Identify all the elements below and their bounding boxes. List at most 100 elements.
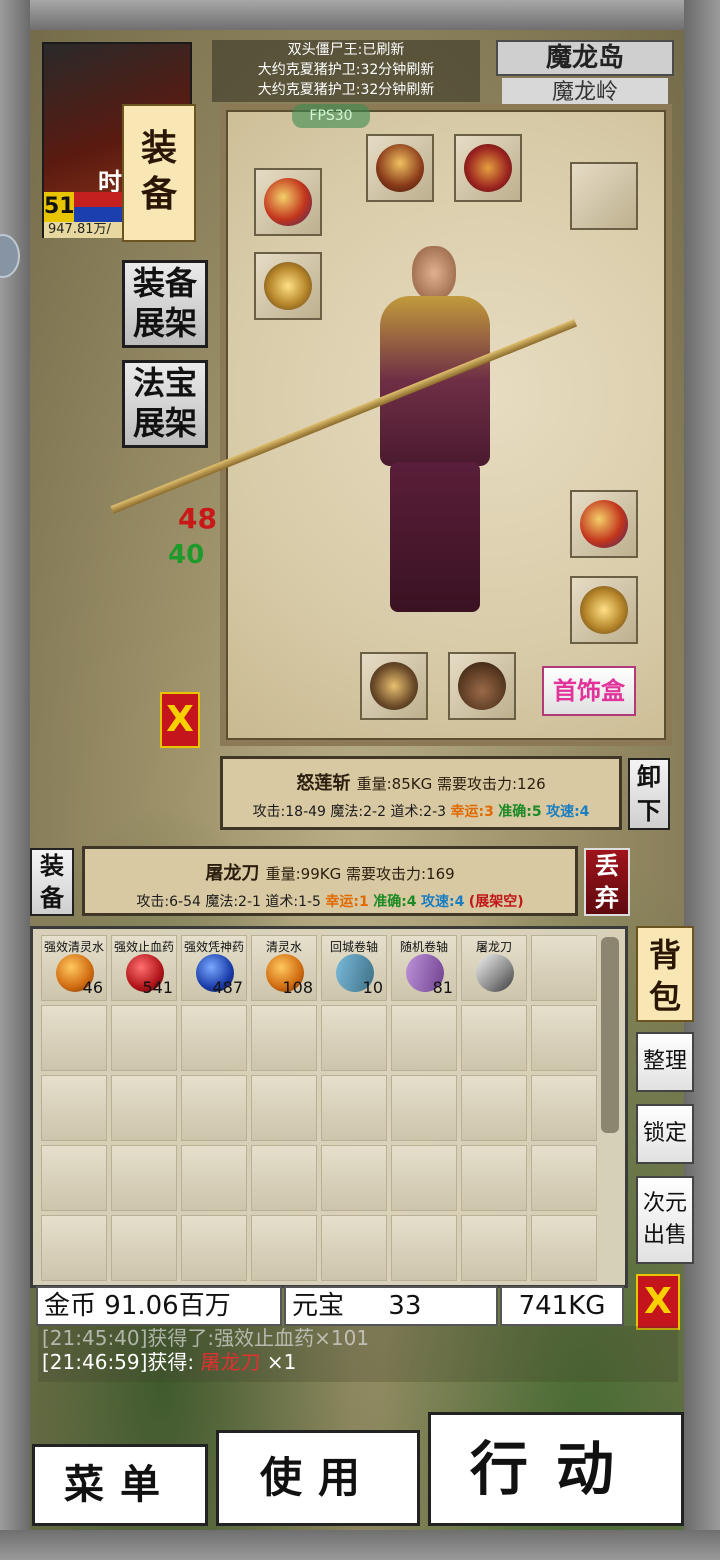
- slot-empty[interactable]: [570, 162, 638, 230]
- slot-boots[interactable]: [448, 652, 516, 720]
- ring-icon: [580, 586, 628, 634]
- fps-counter: FPS30: [292, 104, 370, 128]
- inventory-cell[interactable]: 屠龙刀: [461, 935, 527, 1001]
- inventory-grid: 强效清灵水 46 强效止血药 541 强效凭神药 487 清灵水 108 回城卷轴 10 随机卷轴 8…: [41, 935, 597, 1281]
- inventory-cell[interactable]: [391, 1005, 457, 1071]
- notice-line-1: 双头僵尸王:已刷新: [287, 42, 405, 58]
- inventory-cell[interactable]: [321, 1145, 387, 1211]
- inventory-cell[interactable]: [531, 1005, 597, 1071]
- slot-necklace[interactable]: [454, 134, 522, 202]
- bag-tab[interactable]: 背包: [636, 926, 694, 1022]
- log-line-2-item: 屠龙刀: [200, 1350, 261, 1374]
- treasure-shelf-button[interactable]: 法宝展架: [122, 360, 208, 448]
- unequip-button[interactable]: 卸下: [628, 758, 670, 830]
- inventory-item-name: 强效止血药: [113, 940, 174, 954]
- bag-weight: 741KG: [500, 1286, 624, 1326]
- bag-item-header: 重量:99KG 需要攻击力:169: [265, 865, 455, 883]
- inventory-item-name: 强效凭神药: [183, 940, 244, 954]
- inventory-cell[interactable]: [251, 1005, 317, 1071]
- inventory-cell[interactable]: [391, 1145, 457, 1211]
- character-head: [412, 246, 456, 300]
- inventory-cell[interactable]: [181, 1005, 247, 1071]
- slot-bracelet-left[interactable]: [254, 168, 322, 236]
- inventory-cell[interactable]: [461, 1075, 527, 1141]
- inventory-cell[interactable]: 强效凭神药 487: [181, 935, 247, 1001]
- equipped-item-header: 重量:85KG 需要攻击力:126: [356, 775, 546, 793]
- helmet-icon: [376, 144, 424, 192]
- inventory-cell[interactable]: [251, 1075, 317, 1141]
- inventory-cell[interactable]: [321, 1005, 387, 1071]
- slot-ring-left[interactable]: [254, 252, 322, 320]
- inventory-cell[interactable]: [391, 1075, 457, 1141]
- message-log: [21:45:40]获得了:强效止血药×101 [21:46:59]获得: 屠龙…: [38, 1326, 678, 1382]
- bracelet-icon: [580, 500, 628, 548]
- inventory-cell[interactable]: [181, 1075, 247, 1141]
- inventory-cell[interactable]: 强效清灵水 46: [41, 935, 107, 1001]
- sort-button[interactable]: 整理: [636, 1032, 694, 1092]
- inventory-cell[interactable]: 随机卷轴 81: [391, 935, 457, 1001]
- inventory-item-name: 强效清灵水: [43, 940, 104, 954]
- action-button[interactable]: 行动: [428, 1412, 684, 1526]
- equip-shelf-button[interactable]: 装备展架: [122, 260, 208, 348]
- ingot-label: 元宝: [292, 1291, 345, 1321]
- inventory-cell[interactable]: [321, 1075, 387, 1141]
- inventory-cell[interactable]: [111, 1005, 177, 1071]
- close-battle-button[interactable]: X: [160, 692, 200, 748]
- inventory-cell[interactable]: [111, 1215, 177, 1281]
- bag-item-info: 屠龙刀 重量:99KG 需要攻击力:169 攻击:6-54 魔法:2-1 道术:…: [82, 846, 578, 916]
- log-line-2-prefix: [21:46:59]获得:: [42, 1350, 201, 1374]
- inventory-cell[interactable]: [251, 1215, 317, 1281]
- inventory-cell[interactable]: [41, 1075, 107, 1141]
- inventory-cell[interactable]: 强效止血药 541: [111, 935, 177, 1001]
- menu-button[interactable]: 菜单: [32, 1444, 208, 1526]
- inventory-cell[interactable]: [111, 1145, 177, 1211]
- slot-helmet[interactable]: [366, 134, 434, 202]
- ingot-readout: 元宝 33: [284, 1286, 498, 1326]
- inventory-cell[interactable]: [531, 1145, 597, 1211]
- inventory-cell[interactable]: [321, 1215, 387, 1281]
- inventory-cell[interactable]: [461, 1145, 527, 1211]
- bag-item-luck: 幸运:1: [325, 894, 369, 910]
- inventory-cell[interactable]: 清灵水 108: [251, 935, 317, 1001]
- lock-button[interactable]: 锁定: [636, 1104, 694, 1164]
- inventory-cell[interactable]: [461, 1215, 527, 1281]
- jewelry-box-button[interactable]: 首饰盒: [542, 666, 636, 716]
- inventory-cell[interactable]: [461, 1005, 527, 1071]
- inventory-cell[interactable]: [181, 1145, 247, 1211]
- slot-ring-right[interactable]: [570, 576, 638, 644]
- inventory-item-count: 541: [142, 978, 173, 997]
- map-region: 魔龙岛: [496, 40, 674, 76]
- inventory-item-count: 487: [212, 978, 243, 997]
- bracelet-icon: [264, 178, 312, 226]
- inventory-item-count: 46: [82, 978, 103, 997]
- character-model: [360, 236, 510, 616]
- bag-item-name: 屠龙刀: [205, 863, 260, 884]
- inventory-cell[interactable]: [111, 1075, 177, 1141]
- inventory-cell[interactable]: [531, 1215, 597, 1281]
- equip-button[interactable]: 装备: [30, 848, 74, 916]
- frame-bottom: [0, 1530, 720, 1560]
- inventory-scrollbar[interactable]: [601, 937, 619, 1133]
- damage-number-green: 40: [168, 540, 205, 570]
- inventory-cell[interactable]: [41, 1145, 107, 1211]
- use-button[interactable]: 使用: [216, 1430, 420, 1526]
- slot-belt[interactable]: [360, 652, 428, 720]
- dimension-sell-button[interactable]: 次元出售: [636, 1176, 694, 1264]
- inventory-cell[interactable]: [531, 1075, 597, 1141]
- inventory-cell[interactable]: [251, 1145, 317, 1211]
- inventory-bag: 强效清灵水 46 强效止血药 541 强效凭神药 487 清灵水 108 回城卷轴 10 随机卷轴 8…: [30, 926, 628, 1288]
- tab-equipment[interactable]: 装备: [122, 104, 196, 242]
- inventory-cell[interactable]: [41, 1215, 107, 1281]
- close-bag-button[interactable]: X: [636, 1274, 680, 1330]
- inventory-cell[interactable]: [391, 1215, 457, 1281]
- blade-icon: [476, 954, 514, 992]
- inventory-cell[interactable]: [181, 1215, 247, 1281]
- slot-bracelet-right[interactable]: [570, 490, 638, 558]
- ring-icon: [264, 262, 312, 310]
- discard-button[interactable]: 丢弃: [584, 848, 630, 916]
- inventory-cell[interactable]: 回城卷轴 10: [321, 935, 387, 1001]
- inventory-cell[interactable]: [41, 1005, 107, 1071]
- belt-icon: [370, 662, 418, 710]
- notice-line-2: 大约克夏猪护卫:32分钟刷新: [257, 62, 435, 78]
- inventory-cell[interactable]: [531, 935, 597, 1001]
